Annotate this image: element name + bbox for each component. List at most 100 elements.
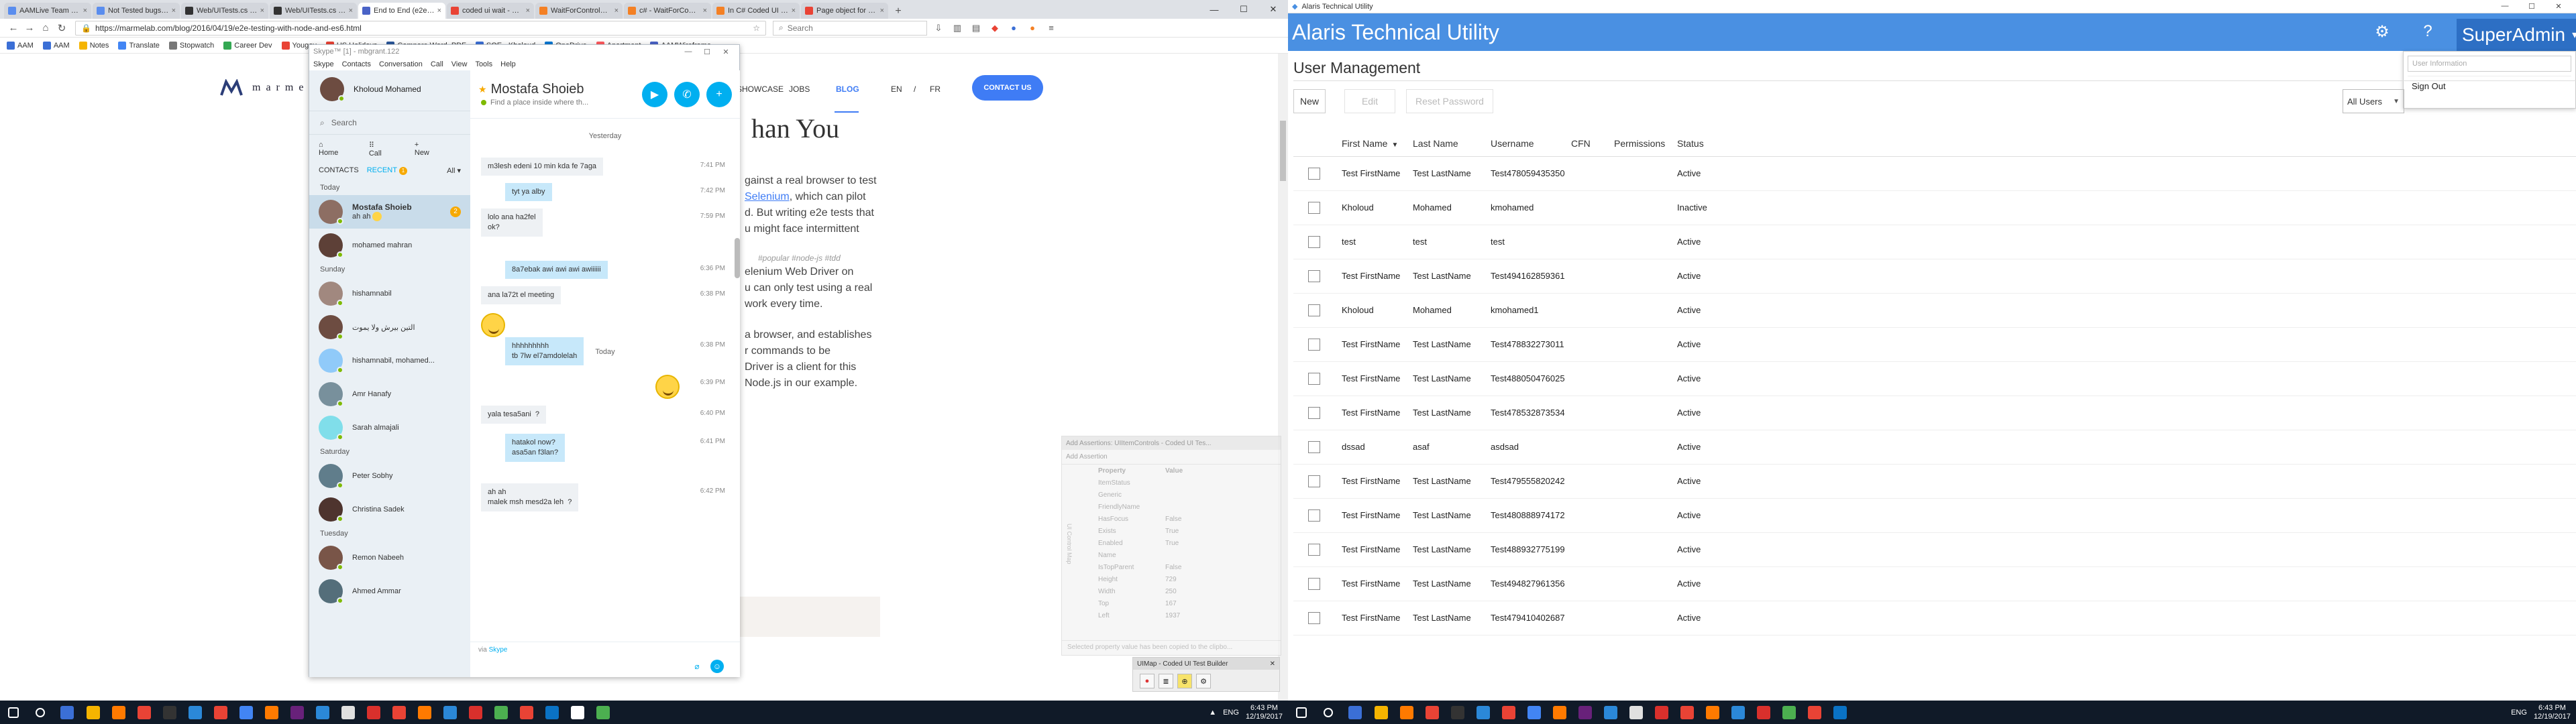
crosshair-button[interactable]: ⊕ xyxy=(1177,674,1192,688)
vscode-icon[interactable] xyxy=(1598,701,1623,724)
close-icon[interactable]: × xyxy=(172,7,176,15)
task-view-icon[interactable] xyxy=(54,701,80,724)
language-indicator[interactable]: ENG xyxy=(1223,709,1239,717)
app-icon[interactable] xyxy=(361,701,386,724)
emoticon-icon[interactable]: ☺ xyxy=(710,660,724,673)
firefox-icon[interactable] xyxy=(106,701,131,724)
contact-item[interactable]: hishamnabil xyxy=(309,277,470,310)
contact-item[interactable]: Christina Sadek xyxy=(309,493,470,526)
firefox-icon[interactable] xyxy=(1547,701,1572,724)
filter-all-dropdown[interactable]: All ▾ xyxy=(447,166,461,175)
contact-item[interactable]: Ahmed Ammar xyxy=(309,575,470,608)
tab-recent[interactable]: RECENT 1 xyxy=(367,166,407,175)
browser-tab[interactable]: coded ui wait - Goo × xyxy=(447,3,534,19)
row-checkbox[interactable] xyxy=(1308,270,1320,282)
app-icon[interactable] xyxy=(463,701,488,724)
app-icon[interactable] xyxy=(1623,701,1649,724)
contact-item[interactable]: Peter Sobhy xyxy=(309,459,470,493)
app-icon[interactable] xyxy=(1751,701,1776,724)
skype-menu-item[interactable]: View xyxy=(451,60,468,68)
conversation-scrollbar[interactable] xyxy=(735,238,740,278)
app-icon[interactable] xyxy=(1776,701,1802,724)
user-information-field[interactable]: User Information xyxy=(2408,56,2571,72)
row-checkbox[interactable] xyxy=(1308,168,1320,180)
table-row[interactable]: Test FirstName Test LastName Test480888974… xyxy=(1293,499,2576,533)
bookmark-item[interactable]: AAM xyxy=(42,41,70,50)
property-row[interactable]: Left 1937 xyxy=(1098,612,1279,621)
extension-icon[interactable]: ● xyxy=(1006,21,1021,36)
table-row[interactable]: Kholoud Mohamed kmohamed1 Active xyxy=(1293,294,2576,328)
skype-menu-item[interactable]: Tools xyxy=(475,60,492,68)
user-menu-button[interactable]: SuperAdmin ▾ xyxy=(2457,19,2576,51)
new-button[interactable]: + New xyxy=(415,141,449,157)
browser-tab[interactable]: Web/UITests.cs at n × xyxy=(270,3,357,19)
column-first-name[interactable]: First Name ▼ xyxy=(1342,138,1398,149)
property-row[interactable]: Enabled True xyxy=(1098,540,1279,549)
contact-item[interactable]: hishamnabil, mohamed... xyxy=(309,344,470,377)
bookmark-item[interactable]: AAM xyxy=(7,41,34,50)
start-icon[interactable] xyxy=(1288,701,1315,724)
bookmark-item[interactable]: Career Dev xyxy=(223,41,272,50)
row-checkbox[interactable] xyxy=(1308,612,1320,624)
edit-user-button[interactable]: Edit xyxy=(1344,89,1395,113)
start-icon[interactable] xyxy=(0,701,27,724)
table-row[interactable]: Kholoud Mohamed kmohamed Inactive xyxy=(1293,191,2576,225)
table-row[interactable]: Test FirstName Test LastName Test478832273… xyxy=(1293,328,2576,362)
column-status[interactable]: Status xyxy=(1677,138,1704,149)
app-icon[interactable] xyxy=(1827,701,1853,724)
clock[interactable]: 6:43 PM 12/19/2017 xyxy=(2534,704,2571,721)
chrome-icon[interactable] xyxy=(1419,701,1445,724)
maximize-icon[interactable]: ☐ xyxy=(2518,2,2545,11)
maximize-icon[interactable]: ☐ xyxy=(1229,0,1258,19)
vscode-icon[interactable] xyxy=(310,701,335,724)
table-row[interactable]: Test FirstName Test LastName Test478059435… xyxy=(1293,157,2576,191)
skype-menu-item[interactable]: Call xyxy=(431,60,443,68)
reload-icon[interactable]: ↻ xyxy=(54,20,70,36)
add-people-button[interactable]: + xyxy=(706,81,732,107)
close-icon[interactable]: × xyxy=(437,7,441,15)
row-checkbox[interactable] xyxy=(1308,407,1320,419)
app-icon[interactable] xyxy=(565,701,590,724)
article-tags[interactable]: #popular #node-js #tdd xyxy=(758,253,841,263)
search-icon[interactable] xyxy=(1315,701,1342,724)
row-checkbox[interactable] xyxy=(1308,578,1320,590)
home-button[interactable]: ⌂ Home xyxy=(319,141,357,157)
app-icon[interactable] xyxy=(437,701,463,724)
row-checkbox[interactable] xyxy=(1308,544,1320,556)
row-checkbox[interactable] xyxy=(1308,441,1320,453)
shield-icon[interactable]: ◆ xyxy=(987,21,1002,36)
contact-item[interactable]: mohamed mahran xyxy=(309,229,470,262)
user-filter-select[interactable]: All Users ▼ xyxy=(2343,89,2404,113)
chrome-icon[interactable] xyxy=(1521,701,1547,724)
chrome-icon[interactable] xyxy=(1496,701,1521,724)
star-icon[interactable]: ★ xyxy=(478,84,487,95)
edge-icon[interactable] xyxy=(1470,701,1496,724)
table-row[interactable]: Test FirstName Test LastName Test494827961… xyxy=(1293,567,2576,601)
chrome-icon[interactable] xyxy=(233,701,259,724)
chrome-icon[interactable] xyxy=(208,701,233,724)
message-compose[interactable]: via Skype ⌀ ☺ xyxy=(470,642,740,676)
column-last-name[interactable]: Last Name xyxy=(1413,138,1458,149)
skype-menu-item[interactable]: Skype xyxy=(313,60,334,68)
property-row[interactable]: Top 167 xyxy=(1098,600,1279,609)
property-row[interactable]: FriendlyName xyxy=(1098,503,1279,513)
row-checkbox[interactable] xyxy=(1308,509,1320,522)
table-row[interactable]: Test FirstName Test LastName Test478532873… xyxy=(1293,396,2576,430)
language-indicator[interactable]: ENG xyxy=(2511,709,2527,717)
visual-studio-icon[interactable] xyxy=(1572,701,1598,724)
bookmark-star-icon[interactable]: ☆ xyxy=(753,23,760,33)
app-icon[interactable] xyxy=(1802,701,1827,724)
tab-contacts[interactable]: CONTACTS xyxy=(319,166,359,174)
browser-tab[interactable]: AAMLive Team Spri × xyxy=(4,3,91,19)
skype-menu-item[interactable]: Help xyxy=(500,60,516,68)
browser-tab[interactable]: Page object for testi × xyxy=(801,3,888,19)
close-icon[interactable]: ✕ xyxy=(716,48,735,56)
github-icon[interactable] xyxy=(157,701,182,724)
bookmark-item[interactable]: Translate xyxy=(118,41,160,50)
skype-menu-item[interactable]: Contacts xyxy=(342,60,371,68)
close-icon[interactable]: × xyxy=(260,7,264,15)
column-username[interactable]: Username xyxy=(1491,138,1534,149)
browser-tab[interactable]: Web/UITests.cs at n × xyxy=(181,3,268,19)
firefox-icon[interactable] xyxy=(259,701,284,724)
table-row[interactable]: Test FirstName Test LastName Test479410402… xyxy=(1293,601,2576,636)
